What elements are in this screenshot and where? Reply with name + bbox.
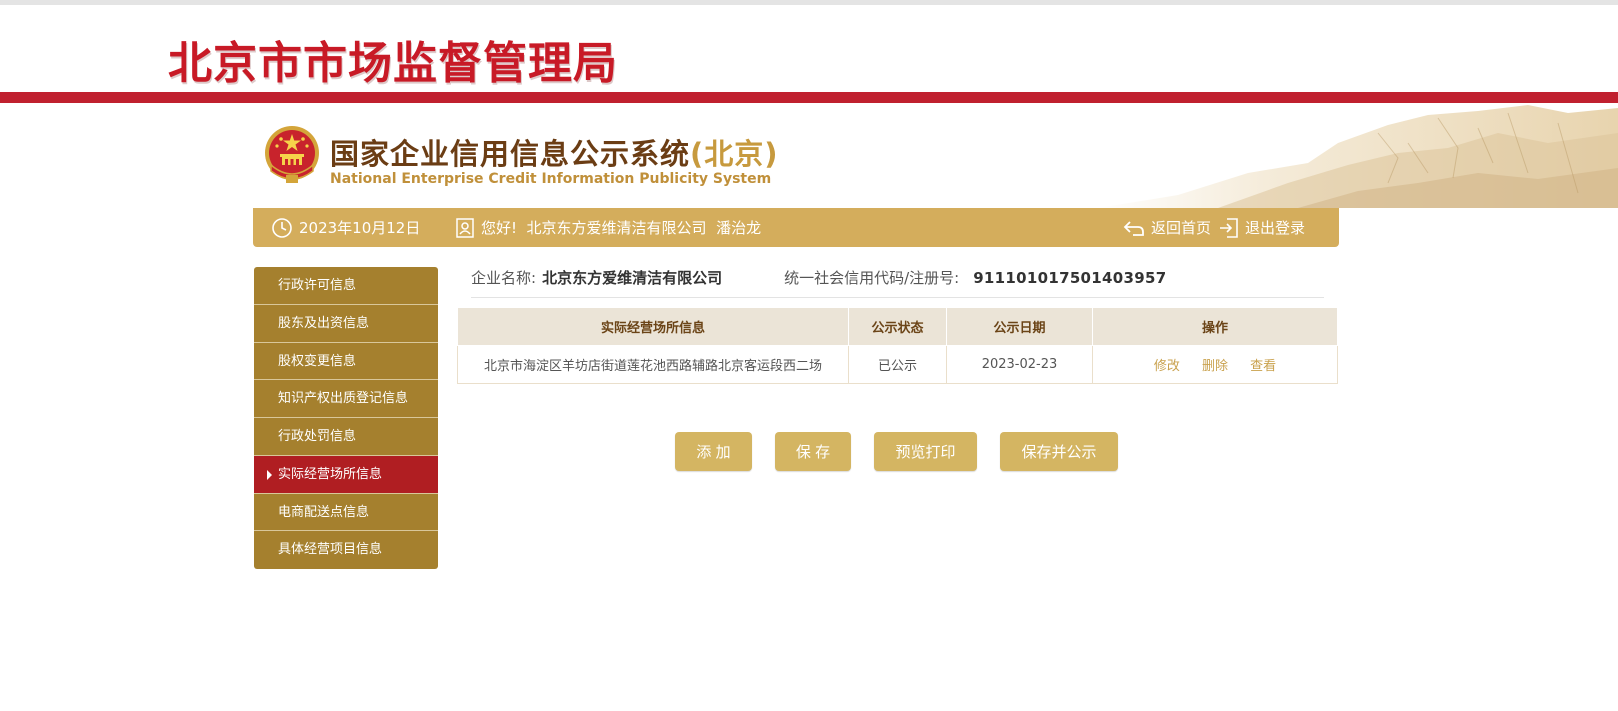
home-link[interactable]: 返回首页 [1123,208,1211,247]
col-header-actions: 操作 [1092,307,1338,346]
company-info-row: 企业名称: 北京东方爱维清洁有限公司 统一社会信用代码/注册号: 9111010… [471,258,1324,298]
sidebar-item-label: 行政许可信息 [278,278,357,293]
sidebar-item-label: 行政处罚信息 [278,429,357,444]
user-greeting: 您好! 北京东方爱维清洁有限公司 潘治龙 [455,208,761,247]
system-title: 国家企业信用信息公示系统(北京) [330,131,779,173]
sidebar-item-ip-pledge[interactable]: 知识产权出质登记信息 [254,380,438,418]
sidebar-item-shareholders[interactable]: 股东及出资信息 [254,304,438,343]
save-button[interactable]: 保 存 [775,432,851,471]
add-button[interactable]: 添 加 [675,432,752,471]
logout-link-label: 退出登录 [1245,219,1306,237]
sidebar-item-label: 股权变更信息 [278,353,357,369]
system-banner: 国家企业信用信息公示系统(北京) National Enterprise Cre… [0,103,1618,208]
top-header: 北京市市场监督管理局 [0,0,1618,92]
sidebar-item-business-projects[interactable]: 具体经营项目信息 [254,531,438,569]
current-date: 2023年10月12日 [299,219,421,237]
credit-code-label: 统一社会信用代码/注册号: [784,269,960,287]
logout-icon [1220,217,1238,238]
preview-print-button[interactable]: 预览打印 [874,432,977,471]
cell-date: 2023-02-23 [946,345,1093,384]
active-arrow-icon [267,469,272,480]
sidebar-item-label: 股东及出资信息 [278,315,370,331]
sidebar-item-label: 具体经营项目信息 [278,542,383,558]
sidebar-item-ecommerce-delivery[interactable]: 电商配送点信息 [254,493,438,532]
logout-link[interactable]: 退出登录 [1219,208,1305,247]
sidebar-item-admin-license[interactable]: 行政许可信息 [254,267,438,305]
date-display: 2023年10月12日 [271,208,420,247]
system-title-region: (北京) [690,137,779,171]
edit-link[interactable]: 修改 [1154,359,1180,374]
return-arrow-icon [1123,220,1144,236]
system-title-main: 国家企业信用信息公示系统 [330,137,691,171]
greeting-text: 您好! 北京东方爱维清洁有限公司 潘治龙 [481,219,762,237]
header-divider-band [0,92,1618,103]
table-row: 北京市海淀区羊坊店街道莲花池西路辅路北京客运段西二场 已公示 2023-02-2… [457,345,1338,384]
company-name: 北京东方爱维清洁有限公司 [542,269,723,287]
sidebar-item-label: 电商配送点信息 [278,504,370,520]
credit-code: 911101017501403957 [973,268,1167,287]
sidebar-item-label: 知识产权出质登记信息 [278,391,409,407]
clock-icon [272,217,292,238]
cell-status: 已公示 [848,345,947,384]
table-header-row: 实际经营场所信息 公示状态 公示日期 操作 [457,307,1338,346]
col-header-address: 实际经营场所信息 [457,307,849,346]
home-link-label: 返回首页 [1151,219,1212,237]
sidebar-item-equity-change[interactable]: 股权变更信息 [254,342,438,381]
cell-actions: 修改 删除 查看 [1092,345,1338,384]
delete-link[interactable]: 删除 [1202,359,1228,374]
bureau-title: 北京市市场监督管理局 [168,38,618,89]
company-name-label: 企业名称: [471,269,537,287]
sidebar-nav: 行政许可信息 股东及出资信息 股权变更信息 知识产权出质登记信息 行政处罚信息 … [254,267,438,569]
user-info-bar: 2023年10月12日 您好! 北京东方爱维清洁有限公司 潘治龙 返回首页 退出… [253,208,1339,247]
save-publish-button[interactable]: 保存并公示 [1000,432,1118,471]
col-header-date: 公示日期 [946,307,1093,346]
sidebar-item-business-premises[interactable]: 实际经营场所信息 [254,455,438,494]
sidebar-item-label: 实际经营场所信息 [278,466,383,482]
premises-table: 实际经营场所信息 公示状态 公示日期 操作 北京市海淀区羊坊店街道莲花池西路辅路… [457,307,1338,384]
system-subtitle: National Enterprise Credit Information P… [330,171,772,187]
cell-address: 北京市海淀区羊坊店街道莲花池西路辅路北京客运段西二场 [457,345,849,384]
col-header-status: 公示状态 [848,307,947,346]
mountain-illustration [1098,105,1618,208]
national-emblem-icon [265,126,319,183]
view-link[interactable]: 查看 [1250,359,1276,374]
sidebar-item-admin-penalty[interactable]: 行政处罚信息 [254,418,438,456]
user-card-icon [456,217,474,238]
